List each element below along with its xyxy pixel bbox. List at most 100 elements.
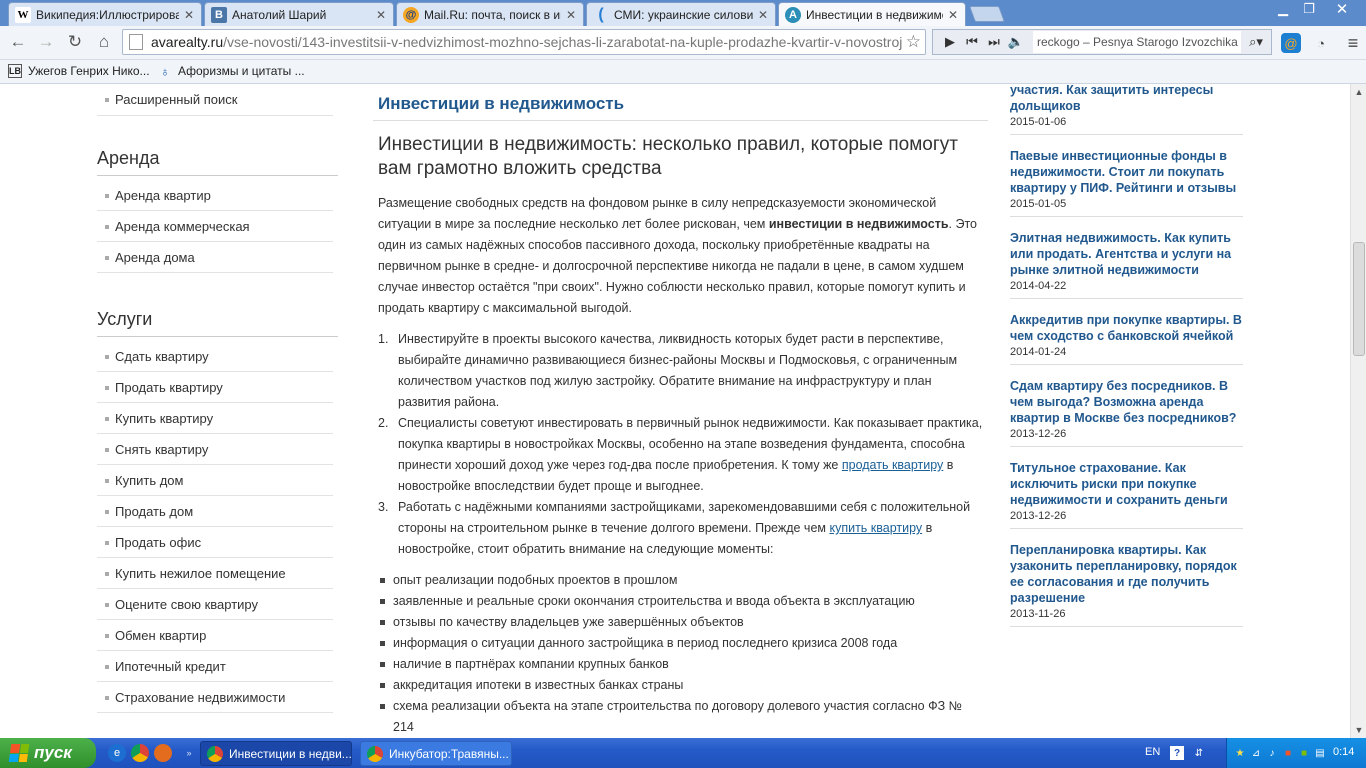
volume-icon[interactable]: 🔈 bbox=[1005, 34, 1027, 50]
next-track-icon[interactable]: ⏭ bbox=[983, 34, 1005, 50]
restore-icon[interactable]: ❐ bbox=[1296, 0, 1322, 18]
new-tab-button[interactable] bbox=[969, 6, 1005, 22]
address-bar[interactable]: avarealty.ru/vse-novosti/143-investitsii… bbox=[122, 29, 926, 55]
close-icon[interactable]: ✕ bbox=[375, 8, 387, 22]
minimize-icon[interactable]: ▁ bbox=[1270, 0, 1296, 18]
taskbar-item-incubator[interactable]: Инкубатор:Травяны... bbox=[360, 741, 512, 766]
sidebar-item[interactable]: Страхование недвижимости bbox=[97, 682, 333, 713]
news-item: Перепланировка квартиры. Как узаконить п… bbox=[1010, 542, 1243, 627]
sidebar-item[interactable]: Продать дом bbox=[97, 496, 333, 527]
back-arrow-icon[interactable]: ← bbox=[6, 30, 30, 54]
sidebar-item[interactable]: Купить квартиру bbox=[97, 403, 333, 434]
mailru-extension-icon[interactable]: @ bbox=[1281, 33, 1301, 53]
chevron-right-icon[interactable]: » bbox=[180, 744, 198, 762]
sidebar-item[interactable]: Купить нежилое помещение bbox=[97, 558, 333, 589]
device-tray-icon[interactable]: ▤ bbox=[1313, 746, 1327, 760]
language-indicator[interactable]: EN bbox=[1145, 746, 1160, 758]
list-item: отзывы по качеству владельцев уже заверш… bbox=[378, 612, 983, 633]
tab-shariy[interactable]: B Анатолий Шарий ✕ bbox=[204, 2, 394, 26]
news-link[interactable]: Сдам квартиру без посредников. В чем выг… bbox=[1010, 378, 1243, 426]
sidebar-item[interactable]: Аренда дома bbox=[97, 242, 333, 273]
media-track-title: reckogo – Pesnya Starogo Izvozchika bbox=[1033, 31, 1241, 53]
tab-mailru[interactable]: @ Mail.Ru: почта, поиск в интернете ✕ bbox=[396, 2, 584, 26]
lib-ru-icon: LB bbox=[8, 64, 22, 78]
menu-icon[interactable]: ≡ bbox=[1343, 33, 1363, 53]
news-link[interactable]: участия. Как защитить интересы дольщиков bbox=[1010, 84, 1243, 114]
sidebar-item[interactable]: Аренда коммерческая bbox=[97, 211, 333, 242]
system-tray: ★ ⊿ ♪ ■ ■ ▤ 0:14 bbox=[1226, 738, 1366, 768]
chrome-icon bbox=[207, 745, 223, 762]
quote-icon: ♁ bbox=[160, 63, 170, 79]
internet-explorer-icon[interactable]: e bbox=[108, 744, 126, 762]
tab-investments[interactable]: A Инвестиции в недвижимость ✕ bbox=[778, 2, 966, 26]
volume-tray-icon[interactable]: ♪ bbox=[1265, 746, 1279, 760]
sidebar-item[interactable]: Обмен квартир bbox=[97, 620, 333, 651]
sidebar-item-advanced-search[interactable]: Расширенный поиск bbox=[97, 84, 333, 116]
news-link[interactable]: Элитная недвижимость. Как купить или про… bbox=[1010, 230, 1243, 278]
previous-track-icon[interactable]: ⏮ bbox=[961, 34, 983, 50]
chrome-icon[interactable] bbox=[131, 744, 149, 762]
tab-label: Инвестиции в недвижимость bbox=[806, 7, 943, 22]
bookmark-item[interactable]: ♁ Афоризмы и цитаты ... bbox=[158, 63, 305, 79]
tray-expand-icon[interactable]: ⇵ bbox=[1192, 746, 1206, 760]
vk-favicon-icon: B bbox=[211, 6, 227, 23]
tab-label: Mail.Ru: почта, поиск в интернете bbox=[424, 7, 561, 22]
bookmark-star-icon[interactable]: ☆ bbox=[905, 32, 921, 52]
list-item: 3. Работать с надёжными компаниями застро… bbox=[378, 500, 971, 556]
sidebar-item[interactable]: Аренда квартир bbox=[97, 180, 333, 211]
play-icon[interactable]: ▶ bbox=[939, 34, 961, 50]
news-item: Сдам квартиру без посредников. В чем выг… bbox=[1010, 378, 1243, 447]
loading-spinner-icon: ( bbox=[598, 5, 604, 23]
sidebar-item[interactable]: Продать офис bbox=[97, 527, 333, 558]
sidebar-item[interactable]: Сдать квартиру bbox=[97, 341, 333, 372]
taskbar-item-investments[interactable]: Инвестиции в недви... bbox=[200, 741, 352, 766]
star-tray-icon[interactable]: ★ bbox=[1233, 746, 1247, 760]
start-button[interactable]: пуск bbox=[0, 738, 96, 768]
search-icon[interactable]: ⌕▾ bbox=[1241, 34, 1271, 50]
window-close-icon[interactable]: ✕ bbox=[1322, 0, 1362, 18]
bookmark-label: Афоризмы и цитаты ... bbox=[178, 64, 305, 78]
forward-arrow-icon[interactable]: → bbox=[34, 30, 58, 54]
news-item: Аккредитив при покупке квартиры. В чем с… bbox=[1010, 312, 1243, 365]
news-link[interactable]: Титульное страхование. Как исключить рис… bbox=[1010, 460, 1243, 508]
page-icon bbox=[129, 34, 143, 50]
tab-wikipedia[interactable]: W Википедия:Иллюстрирование ✕ bbox=[8, 2, 202, 26]
news-link[interactable]: Перепланировка квартиры. Как узаконить п… bbox=[1010, 542, 1243, 606]
firefox-icon[interactable] bbox=[154, 744, 172, 762]
network-icon[interactable]: ⊿ bbox=[1249, 746, 1263, 760]
list-item: опыт реализации подобных проектов в прош… bbox=[378, 570, 983, 591]
home-icon[interactable]: ⌂ bbox=[92, 30, 116, 54]
update-tray-icon[interactable]: ■ bbox=[1297, 746, 1311, 760]
news-link[interactable]: Аккредитив при покупке квартиры. В чем с… bbox=[1010, 312, 1243, 344]
close-icon[interactable]: ✕ bbox=[947, 8, 959, 22]
reload-icon[interactable]: ↻ bbox=[63, 30, 87, 54]
scroll-down-icon[interactable]: ▼ bbox=[1351, 722, 1366, 738]
page-scrollbar[interactable]: ▲ ▼ bbox=[1350, 84, 1366, 738]
windows-logo-icon bbox=[8, 744, 30, 762]
bookmark-item[interactable]: LB Ужегов Генрих Нико... bbox=[8, 64, 150, 78]
clock[interactable]: 0:14 bbox=[1333, 746, 1354, 758]
close-icon[interactable]: ✕ bbox=[183, 8, 195, 22]
article: Инвестиции в недвижимость Инвестиции в н… bbox=[373, 84, 988, 738]
bold-text: инвестиции в недвижимость bbox=[768, 217, 949, 231]
sidebar-item[interactable]: Купить дом bbox=[97, 465, 333, 496]
buy-apartment-link[interactable]: купить квартиру bbox=[829, 521, 922, 535]
sidebar-item[interactable]: Оцените свою квартиру bbox=[97, 589, 333, 620]
url-path: /vse-novosti/143-investitsii-v-nedvizhim… bbox=[223, 34, 903, 50]
sidebar-item[interactable]: Снять квартиру bbox=[97, 434, 333, 465]
news-link[interactable]: Паевые инвестиционные фонды в недвижимос… bbox=[1010, 148, 1243, 196]
close-icon[interactable]: ✕ bbox=[757, 8, 769, 22]
chrome-icon bbox=[367, 745, 383, 762]
scroll-thumb[interactable] bbox=[1353, 242, 1365, 356]
help-icon[interactable]: ? bbox=[1170, 746, 1184, 760]
scroll-up-icon[interactable]: ▲ bbox=[1351, 84, 1366, 100]
close-icon[interactable]: ✕ bbox=[565, 8, 577, 22]
list-item: 1. Инвестируйте в проекты высокого качест… bbox=[378, 332, 958, 409]
sell-apartment-link[interactable]: продать квартиру bbox=[842, 458, 943, 472]
security-tray-icon[interactable]: ■ bbox=[1281, 746, 1295, 760]
news-date: 2015-01-06 bbox=[1010, 116, 1067, 128]
sidebar-item[interactable]: Продать квартиру bbox=[97, 372, 333, 403]
tab-smi[interactable]: ( СМИ: украинские силовики ✕ bbox=[586, 2, 776, 26]
sidebar-item[interactable]: Ипотечный кредит bbox=[97, 651, 333, 682]
notification-extension-icon[interactable]: ◔ bbox=[1311, 33, 1331, 53]
